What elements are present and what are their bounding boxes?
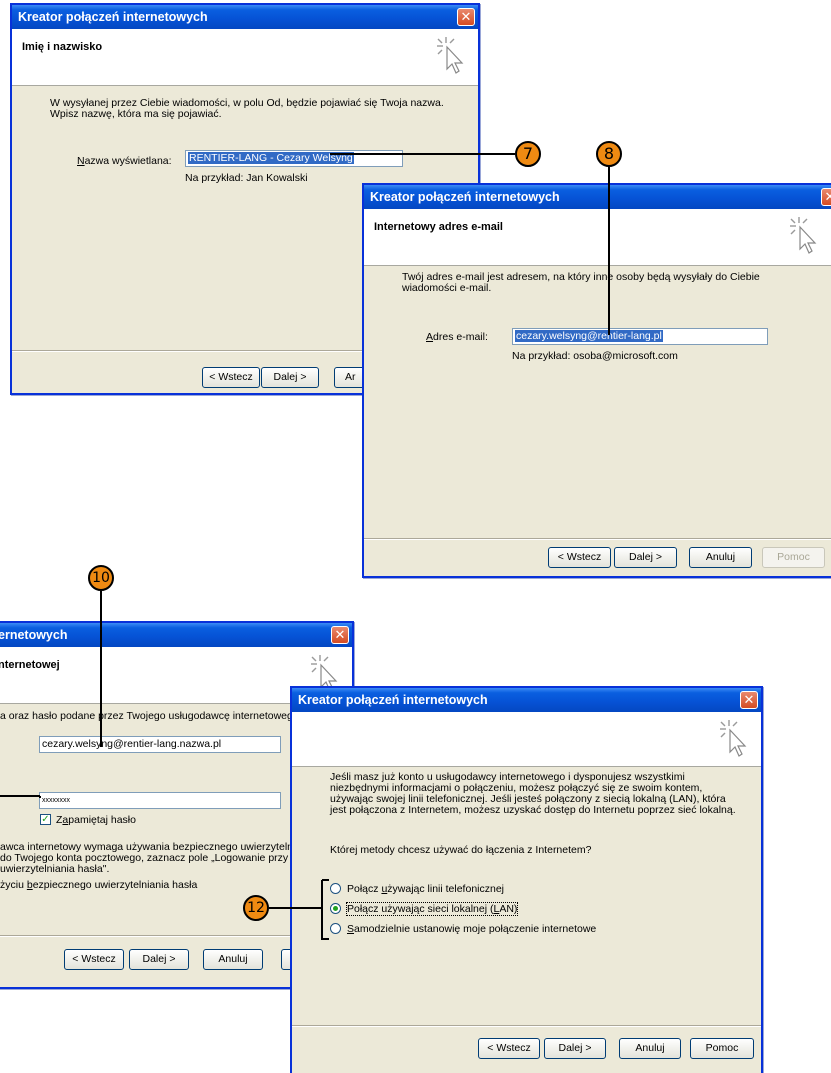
page-title: Imię i nazwisko	[22, 41, 103, 53]
cancel-button[interactable]: Anuluj	[689, 547, 752, 568]
window-title-bar[interactable]: ernetowych	[0, 623, 352, 647]
intro-text: a oraz hasło podane przez Twojego usługo…	[0, 710, 302, 722]
password-input[interactable]: xxxxxxxx	[39, 792, 281, 809]
back-button[interactable]: < Wstecz	[548, 547, 611, 568]
remember-password-label: Zapamiętaj hasło	[56, 814, 136, 826]
window-title-bar[interactable]: Kreator połączeń internetowych	[292, 688, 761, 712]
wizard-window-email: Kreator połączeń internetowych ✕ Interne…	[362, 183, 831, 578]
page-title: nternetowej	[0, 659, 60, 671]
page-title: Internetowy adres e-mail	[374, 221, 503, 233]
callout-12: 12	[243, 895, 269, 921]
cancel-button[interactable]: Anuluj	[203, 949, 263, 970]
window-title: ernetowych	[0, 628, 68, 642]
wizard-cursor-icon	[790, 217, 817, 254]
window-title-bar[interactable]: Kreator połączeń internetowych	[12, 5, 478, 29]
separator	[292, 1025, 761, 1027]
help-button[interactable]: Pomoc	[690, 1038, 754, 1059]
help-button: Pomoc	[762, 547, 825, 568]
intro-text: wiadomości e-mail.	[402, 282, 492, 294]
radio-lan[interactable]	[330, 903, 341, 914]
wizard-header	[292, 712, 761, 767]
option-lan-label: Połącz używając sieci lokalnej (LAN)	[345, 902, 519, 916]
callout-10: 10	[88, 565, 114, 591]
example-text: Na przykład: Jan Kowalski	[185, 172, 308, 184]
window-title: Kreator połączeń internetowych	[18, 10, 208, 24]
cancel-button[interactable]: Anuluj	[619, 1038, 681, 1059]
next-button[interactable]: Dalej >	[261, 367, 319, 388]
question-text: Której metody chcesz używać do łączenia …	[330, 844, 592, 856]
option-dialup-label: Połącz używając linii telefonicznej	[347, 883, 505, 895]
close-button[interactable]: ✕	[740, 691, 758, 709]
window-title: Kreator połączeń internetowych	[370, 190, 560, 204]
separator	[364, 538, 831, 540]
remember-password-checkbox[interactable]: ✓	[40, 814, 51, 825]
window-title-bar[interactable]: Kreator połączeń internetowych	[364, 185, 831, 209]
spa-text: uwierzytelniania hasła".	[0, 863, 110, 875]
wizard-cursor-icon	[720, 720, 747, 757]
next-button[interactable]: Dalej >	[129, 949, 189, 970]
next-button[interactable]: Dalej >	[614, 547, 677, 568]
intro-text: Wpisz nazwę, która ma się pojawiać.	[50, 108, 222, 120]
intro-text: jest połączona z Internetem, możesz uzys…	[330, 804, 736, 816]
example-text: Na przykład: osoba@microsoft.com	[512, 350, 678, 362]
window-title: Kreator połączeń internetowych	[298, 693, 488, 707]
close-button[interactable]: ✕	[821, 188, 831, 206]
radio-manual[interactable]	[330, 923, 341, 934]
display-name-input[interactable]: RENTIER-LANG - Cezary Welsyng	[185, 150, 403, 167]
radio-dialup[interactable]	[330, 883, 341, 894]
back-button[interactable]: < Wstecz	[478, 1038, 540, 1059]
callout-7: 7	[515, 141, 541, 167]
close-button[interactable]: ✕	[457, 8, 475, 26]
display-name-label: Nazwa wyświetlana:	[77, 155, 172, 167]
callout-8: 8	[596, 141, 622, 167]
account-name-input[interactable]: cezary.welsyng@rentier-lang.nazwa.pl	[39, 736, 281, 753]
email-label: Adres e-mail:	[426, 331, 488, 343]
spa-checkbox-label: życiu bezpiecznego uwierzytelniania hasł…	[0, 879, 198, 891]
email-input[interactable]: cezary.welsyng@rentier-lang.pl	[512, 328, 768, 345]
back-button[interactable]: < Wstecz	[64, 949, 124, 970]
close-button[interactable]: ✕	[331, 626, 349, 644]
next-button[interactable]: Dalej >	[544, 1038, 606, 1059]
back-button[interactable]: < Wstecz	[202, 367, 260, 388]
wizard-header: Internetowy adres e-mail	[364, 209, 831, 266]
wizard-cursor-icon	[437, 37, 464, 74]
wizard-header: Imię i nazwisko	[12, 29, 478, 86]
wizard-window-connection: Kreator połączeń internetowych ✕ Jeśli m…	[290, 686, 763, 1073]
option-manual-label: Samodzielnie ustanowię moje połączenie i…	[347, 923, 597, 935]
